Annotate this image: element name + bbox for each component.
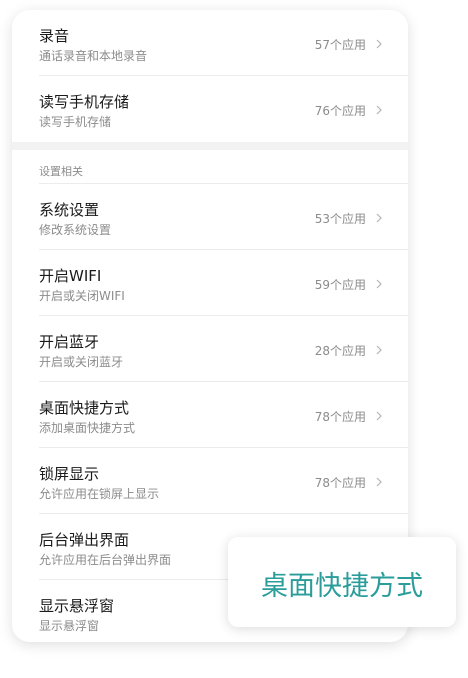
row-subtitle: 允许应用在后台弹出界面	[39, 553, 172, 567]
row-subtitle: 允许应用在锁屏上显示	[39, 487, 160, 501]
row-title: 桌面快捷方式	[39, 399, 130, 417]
row-title: 录音	[39, 27, 70, 45]
section-header-label: 设置相关	[39, 165, 83, 178]
row-title: 系统设置	[39, 201, 100, 219]
chevron-right-icon	[376, 213, 382, 223]
row-subtitle: 通话录音和本地录音	[39, 49, 148, 63]
row-app-count: 53个应用	[314, 212, 366, 226]
row-app-count: 78个应用	[314, 476, 366, 490]
permission-row-storage[interactable]: 读写手机存储 读写手机存储 76个应用	[12, 76, 408, 142]
permission-row-desktop-shortcut[interactable]: 桌面快捷方式 添加桌面快捷方式 78个应用	[12, 382, 408, 448]
section-separator	[12, 142, 408, 150]
row-app-count: 28个应用	[314, 344, 366, 358]
section-header-settings: 设置相关	[12, 150, 408, 184]
row-subtitle: 显示悬浮窗	[39, 619, 100, 633]
chevron-right-icon	[376, 105, 382, 115]
row-subtitle: 开启或关闭WIFI	[39, 289, 125, 303]
chevron-right-icon	[376, 477, 382, 487]
row-title: 开启蓝牙	[39, 333, 100, 351]
permission-row-system-settings[interactable]: 系统设置 修改系统设置 53个应用	[12, 184, 408, 250]
permission-row-lockscreen-display[interactable]: 锁屏显示 允许应用在锁屏上显示 78个应用	[12, 448, 408, 514]
permission-row-wifi[interactable]: 开启WIFI 开启或关闭WIFI 59个应用	[12, 250, 408, 316]
callout-toast: 桌面快捷方式	[228, 537, 456, 627]
row-title: 后台弹出界面	[39, 531, 130, 549]
row-subtitle: 开启或关闭蓝牙	[39, 355, 124, 369]
row-app-count: 76个应用	[314, 104, 366, 118]
row-app-count: 78个应用	[314, 410, 366, 424]
row-app-count: 59个应用	[314, 278, 366, 292]
row-subtitle: 读写手机存储	[39, 115, 112, 129]
row-app-count: 57个应用	[314, 38, 366, 52]
row-title: 锁屏显示	[39, 465, 100, 483]
chevron-right-icon	[376, 345, 382, 355]
chevron-right-icon	[376, 411, 382, 421]
row-title: 显示悬浮窗	[39, 597, 115, 615]
row-title: 读写手机存储	[39, 93, 130, 111]
callout-text: 桌面快捷方式	[261, 571, 423, 602]
chevron-right-icon	[376, 39, 382, 49]
permission-row-record[interactable]: 录音 通话录音和本地录音 57个应用	[12, 10, 408, 76]
row-title: 开启WIFI	[39, 267, 102, 285]
permission-row-bluetooth[interactable]: 开启蓝牙 开启或关闭蓝牙 28个应用	[12, 316, 408, 382]
row-subtitle: 修改系统设置	[39, 223, 112, 237]
chevron-right-icon	[376, 279, 382, 289]
row-subtitle: 添加桌面快捷方式	[39, 421, 136, 435]
